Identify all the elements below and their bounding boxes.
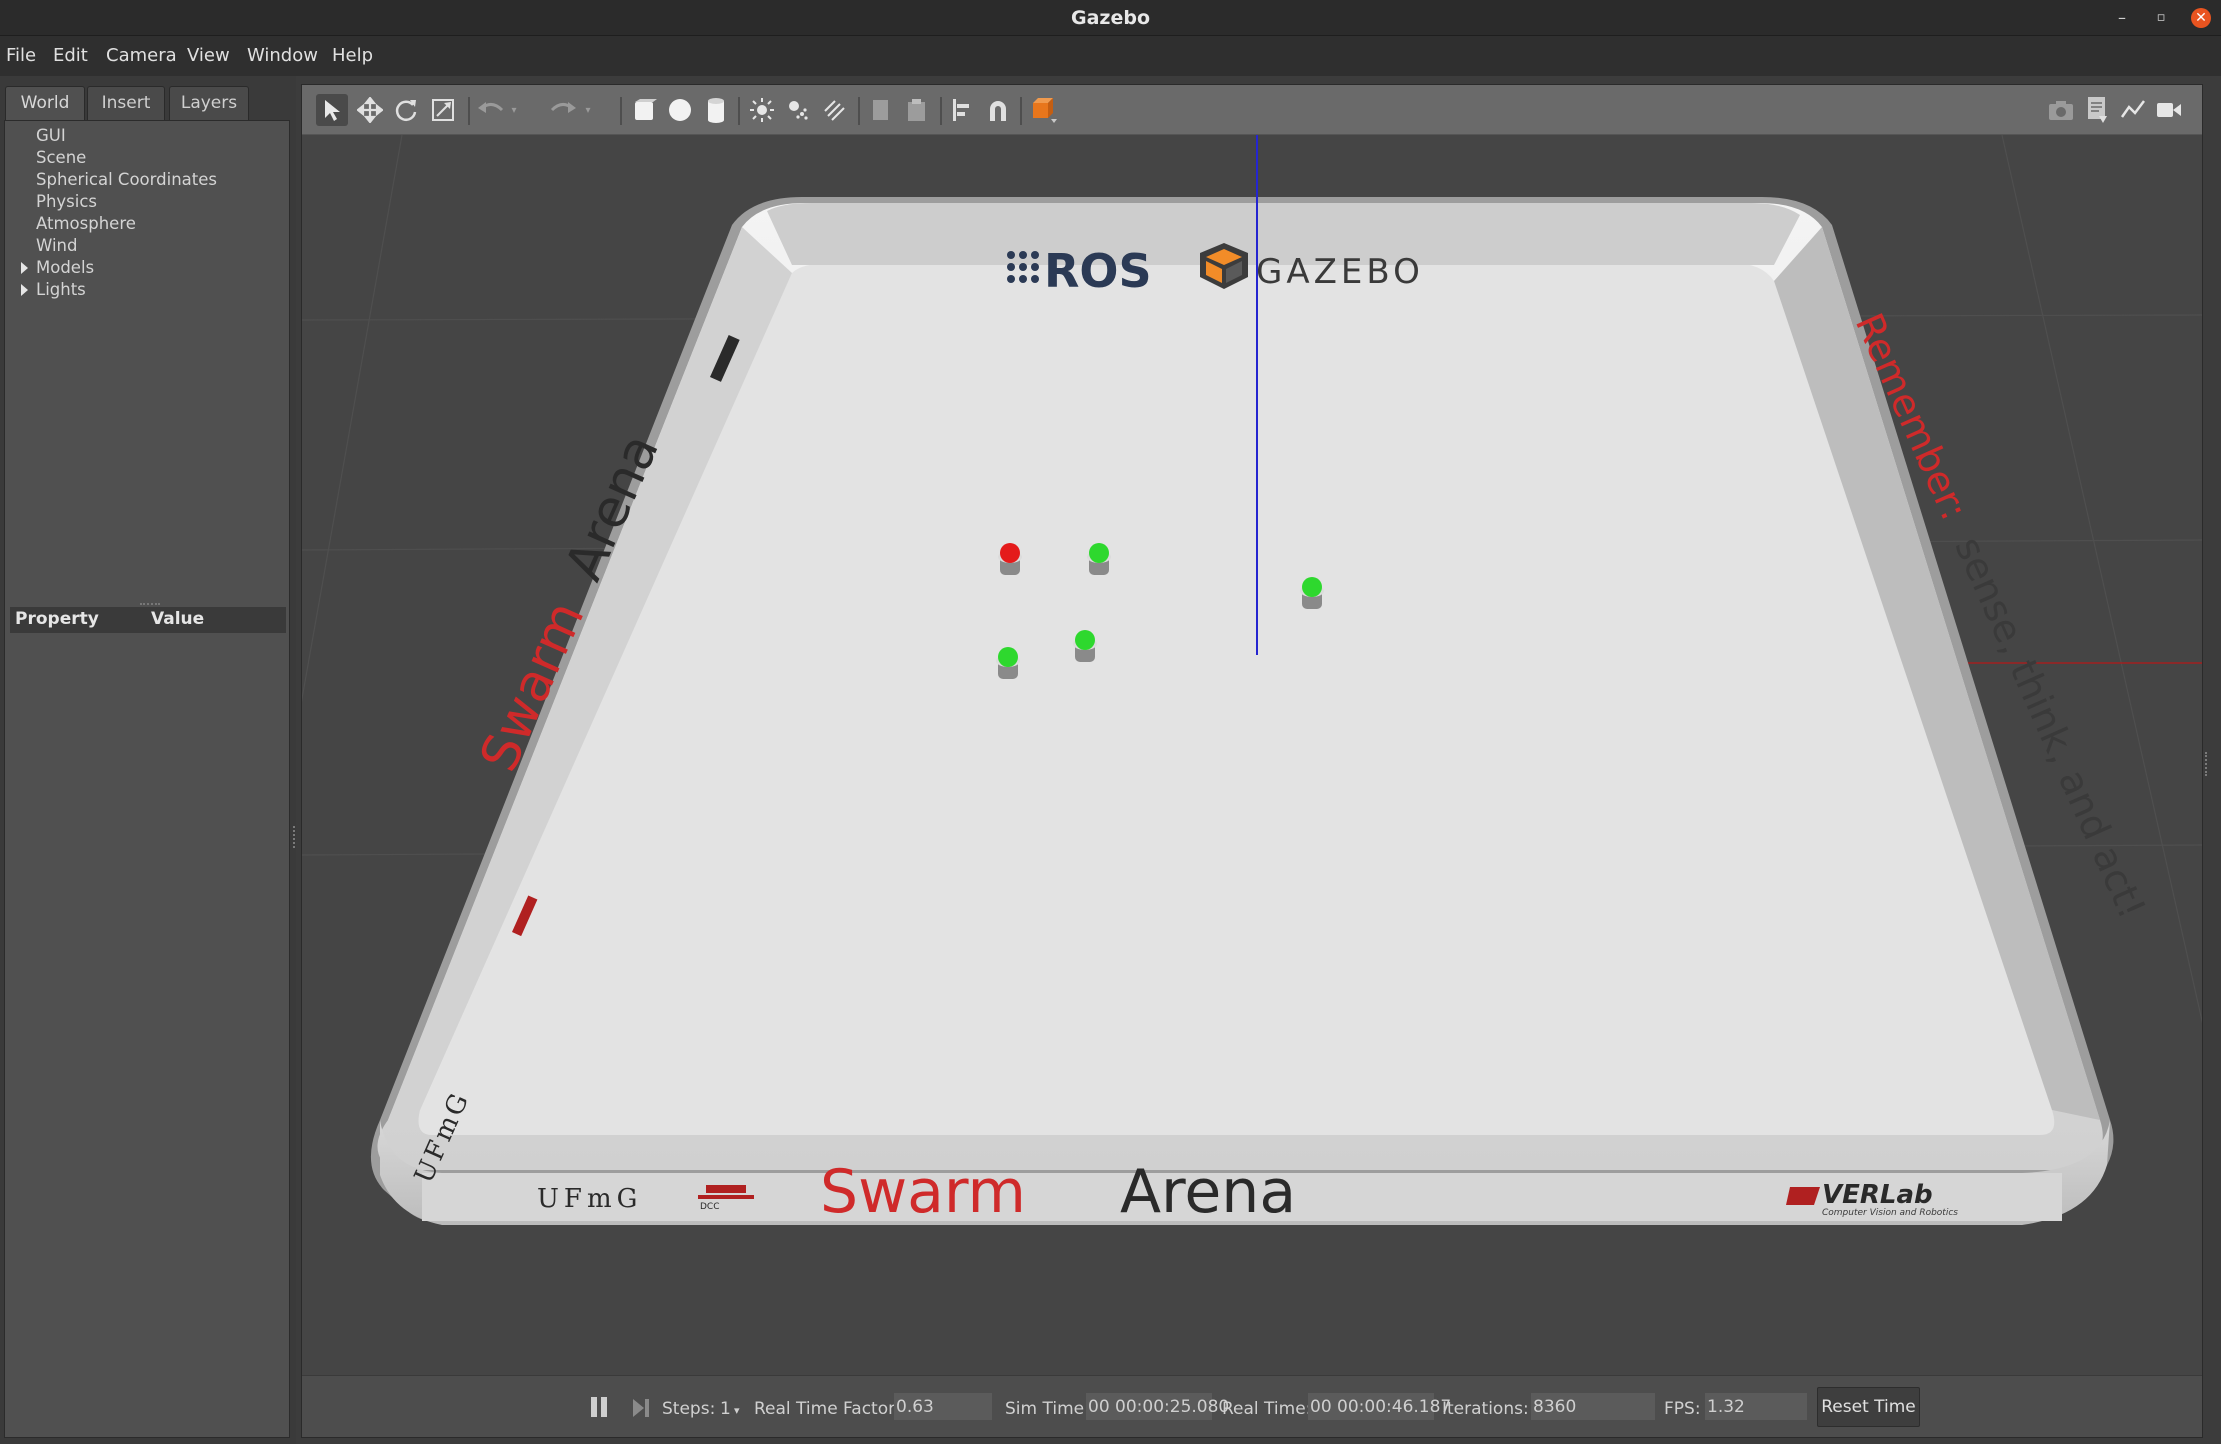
- toolbar-separator: [738, 97, 740, 125]
- menu-bar: File Edit Camera View Window Help: [0, 36, 2221, 76]
- steps-label: Steps:: [662, 1399, 716, 1419]
- tree-item-wind[interactable]: Wind: [36, 236, 77, 255]
- record-video-icon[interactable]: [2153, 94, 2185, 126]
- directional-light-icon[interactable]: [818, 94, 850, 126]
- ros-banner-text: ROS: [1044, 244, 1152, 298]
- scale-icon[interactable]: [427, 94, 459, 126]
- robot-green[interactable]: [1073, 630, 1097, 662]
- ros-logo-icon: [1007, 251, 1039, 283]
- fps-label: FPS:: [1664, 1399, 1701, 1419]
- undo-icon[interactable]: [475, 94, 507, 126]
- arena-floor: [418, 263, 2055, 1135]
- verlab-logo-text: VERLab: [1822, 1180, 1933, 1210]
- expand-arrow-icon[interactable]: [21, 262, 28, 274]
- log-icon[interactable]: [2081, 94, 2113, 126]
- pause-icon[interactable]: [589, 1396, 609, 1418]
- minimize-icon[interactable]: –: [2112, 8, 2132, 28]
- iterations-value: 8360: [1531, 1393, 1655, 1420]
- tree-item-physics[interactable]: Physics: [36, 192, 97, 211]
- toolbar: ▾ ▾: [302, 85, 2202, 135]
- restore-icon[interactable]: ▫: [2151, 8, 2171, 28]
- toolbar-separator: [1020, 97, 1022, 125]
- plot-icon[interactable]: [2117, 94, 2149, 126]
- point-light-icon[interactable]: [746, 94, 778, 126]
- spot-light-icon[interactable]: [782, 94, 814, 126]
- real-time-factor-label: Real Time Factor:: [754, 1399, 901, 1419]
- step-icon[interactable]: [632, 1397, 652, 1419]
- cylinder-icon[interactable]: [700, 94, 732, 126]
- real-time-factor-value: 0.63: [894, 1393, 992, 1420]
- rotate-icon[interactable]: [390, 94, 422, 126]
- toolbar-separator: [940, 97, 942, 125]
- simulation-status-bar: Steps: 1 ▾ Real Time Factor: 0.63 Sim Ti…: [302, 1375, 2202, 1437]
- screenshot-icon[interactable]: [2045, 94, 2077, 126]
- toolbar-separator: [620, 97, 622, 125]
- panel-splitter[interactable]: [140, 603, 160, 605]
- translate-icon[interactable]: [354, 94, 386, 126]
- front-wall-arena-text: Arena: [1120, 1157, 1296, 1227]
- tab-world[interactable]: World: [5, 86, 85, 120]
- box-icon[interactable]: [628, 94, 660, 126]
- simulation-scene[interactable]: ROS GAZEBO Swarm Arena UFmG Remember: se…: [181, 134, 2221, 1376]
- redo-dropdown-icon[interactable]: ▾: [580, 94, 596, 126]
- copy-icon[interactable]: [864, 94, 896, 126]
- title-bar: Gazebo – ▫ ✕: [0, 0, 2221, 36]
- sim-time-label: Sim Time:: [1005, 1399, 1090, 1419]
- menu-camera[interactable]: Camera: [106, 45, 177, 66]
- dcc-logo-text: DCC: [700, 1202, 720, 1212]
- toolbar-separator: [858, 97, 860, 125]
- tab-insert[interactable]: Insert: [87, 86, 165, 120]
- gazebo-banner-text: GAZEBO: [1256, 252, 1424, 292]
- sphere-icon[interactable]: [664, 94, 696, 126]
- front-wall-ufmg-logo: UFmG: [537, 1184, 642, 1214]
- robot-green[interactable]: [996, 647, 1020, 679]
- expand-arrow-icon[interactable]: [21, 284, 28, 296]
- steps-dropdown-icon[interactable]: ▾: [734, 1404, 740, 1417]
- world-panel: GUI Scene Spherical Coordinates Physics …: [4, 120, 290, 1438]
- close-icon[interactable]: ✕: [2191, 8, 2211, 28]
- menu-view[interactable]: View: [187, 45, 230, 66]
- tree-item-spherical-coordinates[interactable]: Spherical Coordinates: [36, 170, 217, 189]
- real-time-label: Real Time:: [1222, 1399, 1312, 1419]
- robot-green[interactable]: [1087, 543, 1111, 575]
- snap-magnet-icon[interactable]: [982, 94, 1014, 126]
- fps-value: 1.32: [1705, 1393, 1807, 1420]
- menu-window[interactable]: Window: [247, 45, 318, 66]
- tree-item-lights[interactable]: Lights: [36, 280, 86, 299]
- sim-time-value: 00 00:00:25.080: [1086, 1393, 1229, 1420]
- left-panel-resize-handle[interactable]: [293, 826, 296, 848]
- menu-file[interactable]: File: [6, 45, 36, 66]
- tree-item-models[interactable]: Models: [36, 258, 94, 277]
- reset-time-button[interactable]: Reset Time: [1817, 1387, 1920, 1427]
- verlab-logo-subtext: Computer Vision and Robotics: [1822, 1208, 1958, 1218]
- toolbar-separator: [468, 97, 470, 125]
- value-column-header: Value: [151, 609, 205, 629]
- iterations-label: Iterations:: [1442, 1399, 1529, 1419]
- property-table-header: Property Value: [10, 607, 286, 633]
- select-arrow-icon[interactable]: [316, 94, 348, 126]
- window-title: Gazebo: [1070, 7, 1150, 29]
- front-wall-swarm-text: Swarm: [820, 1157, 1026, 1227]
- align-icon[interactable]: [946, 94, 978, 126]
- real-time-value: 00 00:00:46.187: [1308, 1393, 1451, 1420]
- redo-icon[interactable]: [547, 94, 579, 126]
- view-angle-icon[interactable]: [1026, 94, 1058, 126]
- undo-dropdown-icon[interactable]: ▾: [506, 94, 522, 126]
- tab-layers[interactable]: Layers: [169, 86, 249, 120]
- robot-green[interactable]: [1300, 577, 1324, 609]
- render-viewport[interactable]: ▾ ▾ ROS GAZEBO Swarm Arena UFmG Remember…: [181, 84, 2221, 1438]
- right-panel-resize-handle[interactable]: [2205, 752, 2208, 776]
- menu-help[interactable]: Help: [332, 45, 373, 66]
- left-panel: World Insert Layers GUI Scene Spherical …: [0, 76, 296, 1444]
- tree-item-scene[interactable]: Scene: [36, 148, 86, 167]
- tree-item-atmosphere[interactable]: Atmosphere: [36, 214, 136, 233]
- tree-item-gui[interactable]: GUI: [36, 126, 66, 145]
- menu-edit[interactable]: Edit: [53, 45, 88, 66]
- robot-red[interactable]: [998, 543, 1022, 575]
- scene-canvas: ROS GAZEBO Swarm Arena UFmG Remember: se…: [181, 134, 2221, 1376]
- steps-value[interactable]: 1: [720, 1399, 731, 1419]
- property-column-header: Property: [15, 609, 99, 629]
- paste-icon[interactable]: [900, 94, 932, 126]
